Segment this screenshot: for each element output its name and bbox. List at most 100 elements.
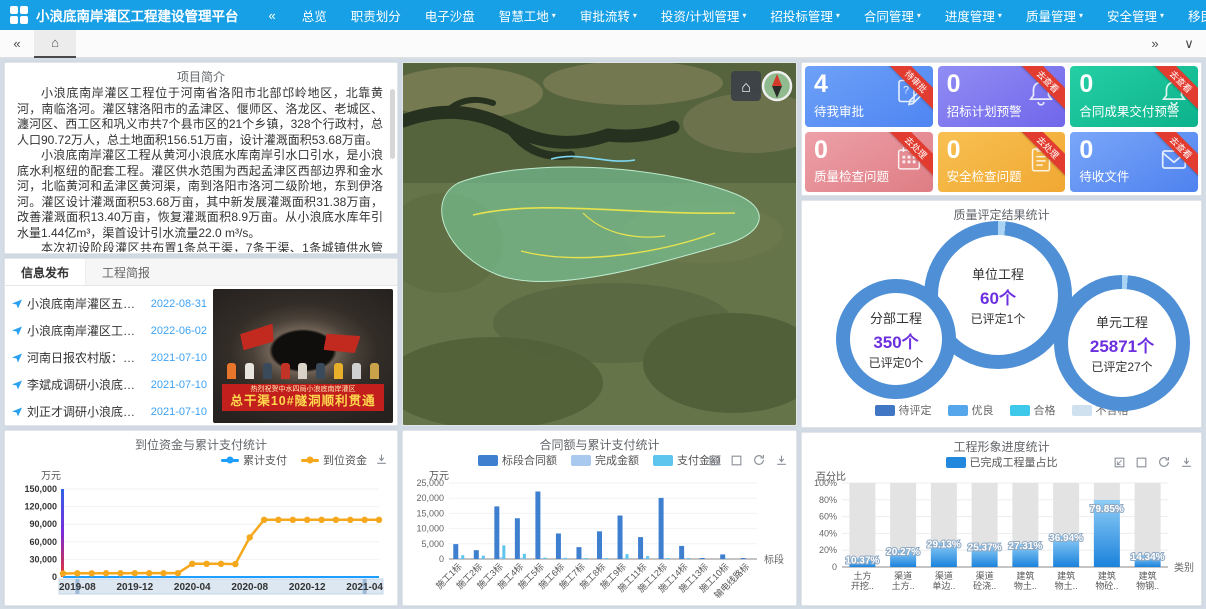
card-pending-approval[interactable]: 4 待我审批 ? 待审批 [805,66,933,127]
toolbox-restore-icon[interactable] [730,454,743,467]
legend-excellent[interactable]: 优良 [948,402,994,418]
legend-to-evaluate[interactable]: 待评定 [875,402,932,418]
legend-completed-ratio[interactable]: 已完成工程量占比 [946,454,1058,470]
legend-marker [221,459,239,462]
chevron-down-icon: ▾ [1079,11,1083,20]
tab-bar: « ⌂ » ∨ [0,30,1206,58]
menu-collapse-icon[interactable]: « [269,8,276,23]
quality-stats-panel: 质量评定结果统计 单位工程 60个 已评定1个 分部工程 350个 已评定0个 [801,200,1202,428]
chevron-down-icon: ▾ [742,11,746,20]
svg-text:?: ? [903,85,909,97]
fund-chart-canvas[interactable]: 030,00060,00090,000120,000150,000万元2019-… [5,469,391,605]
svg-text:渠道: 渠道 [894,570,912,581]
nav-item-bidding[interactable]: 招投标管理▾ [758,6,852,25]
tabs-forward-icon[interactable]: » [1138,36,1172,51]
red-flag [239,324,276,351]
nav-item-safety[interactable]: 安全管理▾ [1095,6,1176,25]
svg-text:建筑: 建筑 [1016,570,1034,581]
news-item[interactable]: 李斌成调研小浪底南岸灌...2021-07-10 [11,371,211,398]
news-item[interactable]: 小浪底南岸灌区五干渠1#...2022-08-31 [11,290,211,317]
svg-text:5,000: 5,000 [421,539,444,549]
chart-title: 合同额与累计支付统计 [403,431,796,451]
toolbox-restore-icon[interactable] [1135,456,1148,469]
svg-text:物砼..: 物砼.. [1095,580,1118,591]
nav-item-sandbox[interactable]: 电子沙盘 [413,6,487,25]
card-safety-issues[interactable]: 0 安全检查问题 去处理 [938,132,1066,193]
map-compass-icon[interactable] [763,72,791,100]
svg-text:建筑: 建筑 [1098,570,1116,581]
scrollbar[interactable] [390,89,395,159]
toolbox-refresh-icon[interactable] [1157,455,1171,469]
svg-text:79.85%: 79.85% [1090,504,1124,515]
legend-qualified[interactable]: 合格 [1010,402,1056,418]
paper-plane-icon [11,352,23,364]
stat-cards-panel: 4 待我审批 ? 待审批 0 招标计划预警 去查看 0 [801,62,1202,196]
card-label: 招标计划预警 [947,101,1022,120]
legend-funds-in-place[interactable]: 到位资金 [301,452,367,468]
toolbox-magic-bar-icon[interactable] [708,454,721,467]
svg-text:10.37%: 10.37% [845,555,879,566]
legend-completed-amount[interactable]: 完成金额 [571,452,639,468]
svg-text:2019-12: 2019-12 [116,582,153,593]
card-quality-issues[interactable]: 0 质量检查问题 去处理 [805,132,933,193]
svg-text:物土..: 物土.. [1055,580,1078,591]
nav-item-overview[interactable]: 总览 [290,6,339,25]
tab-project-brief[interactable]: 工程简报 [86,259,166,285]
svg-text:25.37%: 25.37% [968,543,1002,554]
svg-text:2020-04: 2020-04 [174,582,211,593]
news-photo[interactable]: 热烈祝贺中水四局小浪底南岸灌区 总干渠10#隧洞顺利贯通 [213,289,393,423]
svg-text:80%: 80% [819,495,837,505]
tabs-dropdown-icon[interactable]: ∨ [1172,36,1206,52]
contract-chart-canvas: 05,00010,00015,00020,00025,000万元标段施工1标施工… [403,469,789,607]
svg-text:标段: 标段 [764,553,784,566]
tab-home[interactable]: ⌂ [34,30,76,58]
nav-item-contract[interactable]: 合同管理▾ [852,6,933,25]
nav-item-approval[interactable]: 审批流转▾ [568,6,649,25]
download-icon[interactable] [1180,456,1193,469]
nav-item-resettlement[interactable]: 移民征迁▾ [1176,6,1206,25]
nav-item-invest-plan[interactable]: 投资/计划管理▾ [649,6,759,25]
download-icon[interactable] [375,453,388,471]
card-label: 质量检查问题 [814,166,889,185]
nav-item-smartsite[interactable]: 智慧工地▾ [487,6,568,25]
svg-text:29.13%: 29.13% [927,540,961,551]
svg-text:开挖..: 开挖.. [851,580,874,591]
panel-title: 项目简介 [5,63,397,83]
svg-text:2021-04: 2021-04 [346,582,383,593]
download-icon[interactable] [775,454,788,467]
card-bid-plan-alert[interactable]: 0 招标计划预警 去查看 [938,66,1066,127]
card-label: 安全检查问题 [947,166,1022,185]
tabs-collapse-icon[interactable]: « [0,36,34,51]
svg-text:⌂: ⌂ [741,79,751,96]
legend-contract-amount[interactable]: 标段合同额 [478,452,557,468]
svg-text:60,000: 60,000 [29,537,57,547]
svg-text:0: 0 [832,562,837,572]
svg-text:建筑: 建筑 [1057,570,1075,581]
svg-text:27.31%: 27.31% [1008,541,1042,552]
svg-text:类别: 类别 [1174,561,1194,574]
nav-item-quality[interactable]: 质量管理▾ [1014,6,1095,25]
chart-title: 到位资金与累计支付统计 [5,431,397,451]
news-item[interactable]: 小浪底南岸灌区工程总干...2022-06-02 [11,317,211,344]
photo-banner: 热烈祝贺中水四局小浪底南岸灌区 总干渠10#隧洞顺利贯通 [222,384,384,411]
svg-text:单边..: 单边.. [932,580,955,591]
nav-item-progress[interactable]: 进度管理▾ [933,6,1014,25]
legend-cumulative-payment[interactable]: 累计支付 [221,452,287,468]
legend-marker [653,455,673,466]
nav-item-duty[interactable]: 职责划分 [339,6,413,25]
legend-marker [478,455,498,466]
svg-text:120,000: 120,000 [24,502,57,512]
map-canvas[interactable]: ⌂ [403,63,796,425]
news-item[interactable]: 河南日报农村版：小浪底...2021-07-10 [11,344,211,371]
map-home-button[interactable]: ⌂ [731,71,761,101]
card-files-to-receive[interactable]: 0 待收文件 去查看 [1070,132,1198,193]
svg-text:20,000: 20,000 [416,493,444,503]
news-item[interactable]: 刘正才调研小浪底南岸灌...2021-07-10 [11,398,211,425]
toolbox-magic-bar-icon[interactable] [1113,456,1126,469]
svg-text:土方..: 土方.. [892,580,915,591]
workers-row [227,363,378,379]
legend-marker [571,455,591,466]
card-contract-delivery-alert[interactable]: 0 合同成果交付预警 去查看 [1070,66,1198,127]
toolbox-refresh-icon[interactable] [752,453,766,467]
tab-info-release[interactable]: 信息发布 [5,259,86,285]
